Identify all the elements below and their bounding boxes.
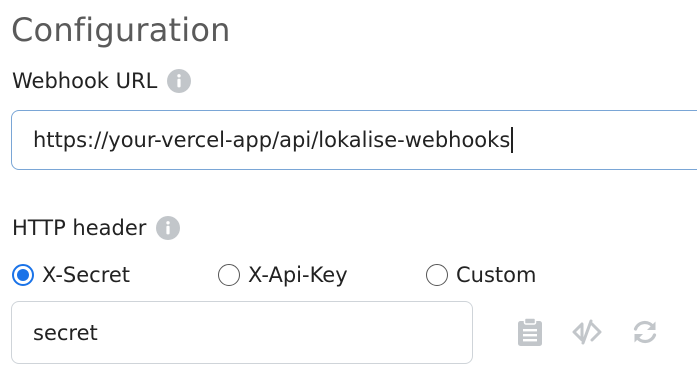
http-header-radio-group: X-Secret X-Api-Key Custom bbox=[12, 260, 692, 292]
radio-button[interactable] bbox=[218, 264, 240, 286]
secret-value: secret bbox=[33, 320, 98, 345]
webhook-url-label-row: Webhook URL bbox=[12, 67, 192, 95]
radio-custom[interactable]: Custom bbox=[426, 260, 536, 290]
refresh-icon[interactable] bbox=[630, 317, 660, 347]
radio-label: X-Api-Key bbox=[248, 263, 348, 287]
secret-input[interactable]: secret bbox=[11, 301, 473, 364]
page-title: Configuration bbox=[11, 11, 231, 49]
webhook-url-value: https://your-vercel-app/api/lokalise-web… bbox=[33, 128, 511, 152]
text-caret bbox=[511, 127, 513, 153]
webhook-url-label: Webhook URL bbox=[12, 69, 158, 93]
configuration-panel: Configuration Webhook URL https://your-v… bbox=[0, 0, 697, 385]
clipboard-icon[interactable] bbox=[515, 317, 545, 347]
radio-button[interactable] bbox=[426, 264, 448, 286]
info-icon[interactable] bbox=[167, 69, 192, 93]
radio-x-secret[interactable]: X-Secret bbox=[12, 260, 130, 290]
eye-slash-icon[interactable] bbox=[572, 317, 602, 347]
webhook-url-input[interactable]: https://your-vercel-app/api/lokalise-web… bbox=[11, 110, 697, 170]
info-icon[interactable] bbox=[156, 216, 181, 240]
radio-label: Custom bbox=[456, 263, 537, 287]
http-header-label-row: HTTP header bbox=[12, 214, 181, 242]
radio-label: X-Secret bbox=[42, 263, 131, 287]
radio-x-api-key[interactable]: X-Api-Key bbox=[218, 260, 348, 290]
http-header-label: HTTP header bbox=[12, 216, 147, 240]
radio-button-checked[interactable] bbox=[12, 264, 34, 286]
